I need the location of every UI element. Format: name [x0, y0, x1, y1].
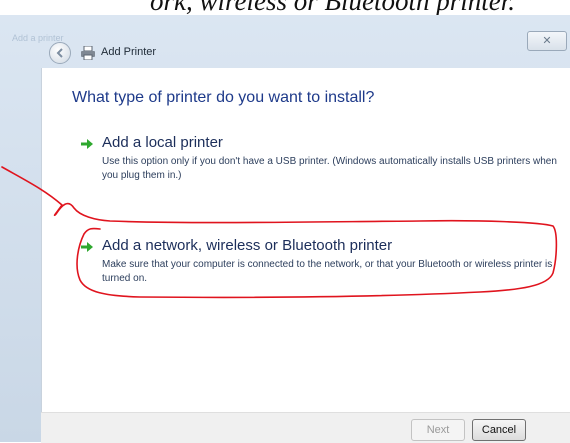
option-title: Add a network, wireless or Bluetooth pri… — [102, 237, 393, 254]
footer-bar: Next Cancel — [41, 412, 570, 443]
option-local-printer[interactable]: Add a local printer Use this option only… — [80, 134, 570, 181]
nav-title: Add Printer — [101, 46, 157, 58]
caption-text: ork, wireless or Bluetooth printer. — [150, 0, 515, 15]
green-arrow-icon — [81, 242, 93, 252]
nav-bar: Add Printer — [37, 38, 570, 68]
content-pane: What type of printer do you want to inst… — [41, 68, 570, 412]
caption-strip: ork, wireless or Bluetooth printer. — [0, 0, 570, 15]
option-description: Make sure that your computer is connecte… — [102, 259, 553, 284]
option-title: Add a local printer — [102, 134, 223, 151]
page-heading: What type of printer do you want to inst… — [72, 89, 375, 106]
back-arrow-icon — [56, 48, 63, 58]
green-arrow-icon — [81, 139, 93, 149]
option-network-printer[interactable]: Add a network, wireless or Bluetooth pri… — [80, 237, 570, 284]
printer-icon — [81, 46, 95, 60]
cancel-button[interactable]: Cancel — [472, 419, 526, 441]
back-button[interactable] — [49, 42, 71, 64]
option-description: Use this option only if you don't have a… — [102, 156, 557, 181]
next-button[interactable]: Next — [411, 419, 465, 441]
